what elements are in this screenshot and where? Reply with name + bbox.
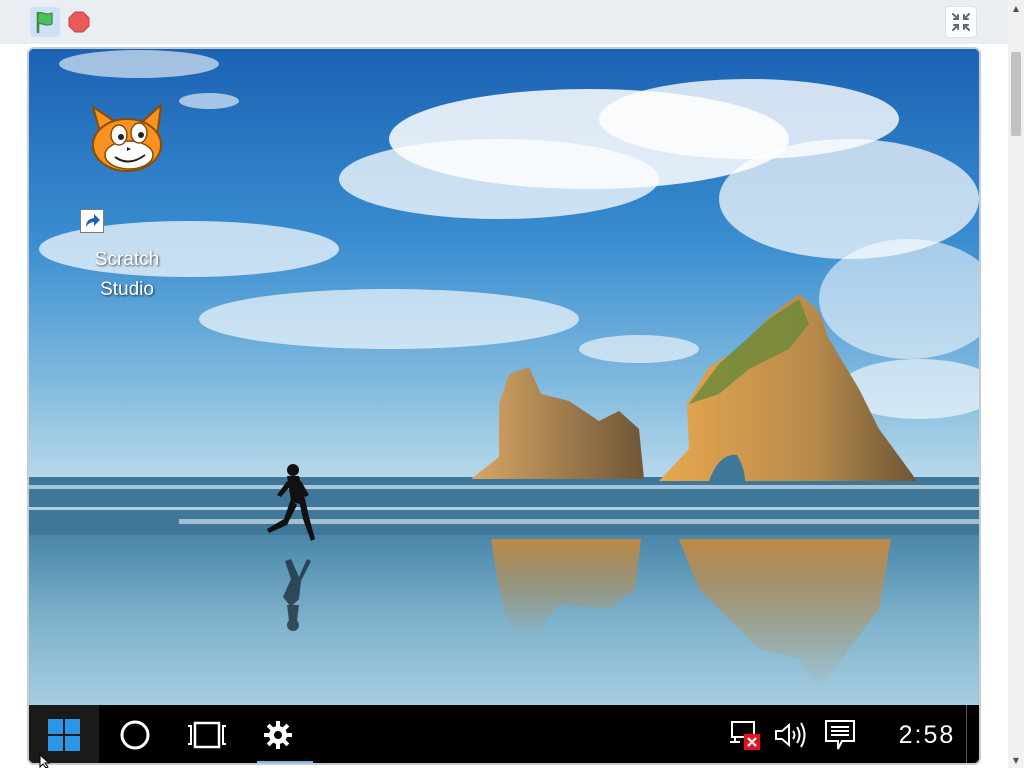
cortana-search-button[interactable]	[99, 705, 171, 763]
active-app-indicator	[257, 761, 313, 763]
volume-tray-button[interactable]	[769, 705, 813, 763]
shrink-fullscreen-icon	[952, 13, 970, 31]
network-disconnected-icon	[730, 721, 760, 750]
taskbar: 2:58	[29, 705, 979, 763]
mouse-pointer-icon	[39, 754, 51, 768]
action-center-button[interactable]	[817, 705, 863, 763]
desktop-icon-label-line2: Studio	[100, 279, 154, 300]
scroll-thumb[interactable]	[1011, 52, 1021, 136]
desktop-shortcut-scratch-studio[interactable]: Scratch Studio	[75, 101, 179, 300]
volume-icon	[775, 722, 806, 748]
stage[interactable]: Scratch Studio 2:58	[27, 47, 981, 765]
page-scrollbar[interactable]: ▲ ▼	[1008, 0, 1024, 768]
taskbar-app-settings[interactable]	[243, 705, 313, 763]
windows-logo-icon	[48, 719, 80, 751]
shortcut-arrow-icon	[80, 209, 104, 233]
stage-toolbar	[0, 0, 1008, 44]
green-flag-icon	[36, 11, 53, 33]
scratch-cat-icon	[91, 102, 163, 172]
notification-icon	[825, 720, 855, 750]
stop-button[interactable]	[64, 7, 94, 37]
green-flag-button[interactable]	[30, 7, 60, 37]
cortana-circle-icon	[120, 720, 150, 750]
task-view-icon	[188, 721, 226, 749]
show-desktop-button[interactable]	[966, 705, 969, 763]
scroll-down-icon[interactable]: ▼	[1008, 752, 1024, 768]
network-tray-button[interactable]	[723, 705, 767, 763]
stop-sign-icon	[68, 11, 90, 33]
exit-fullscreen-button[interactable]	[945, 6, 977, 38]
taskbar-clock[interactable]: 2:58	[881, 705, 973, 763]
desktop-icon-label: Scratch Studio	[75, 245, 179, 305]
scroll-up-icon[interactable]: ▲	[1008, 0, 1024, 16]
gear-icon	[264, 721, 292, 749]
desktop-icon-label-line1: Scratch	[94, 249, 160, 270]
task-view-button[interactable]	[171, 705, 243, 763]
